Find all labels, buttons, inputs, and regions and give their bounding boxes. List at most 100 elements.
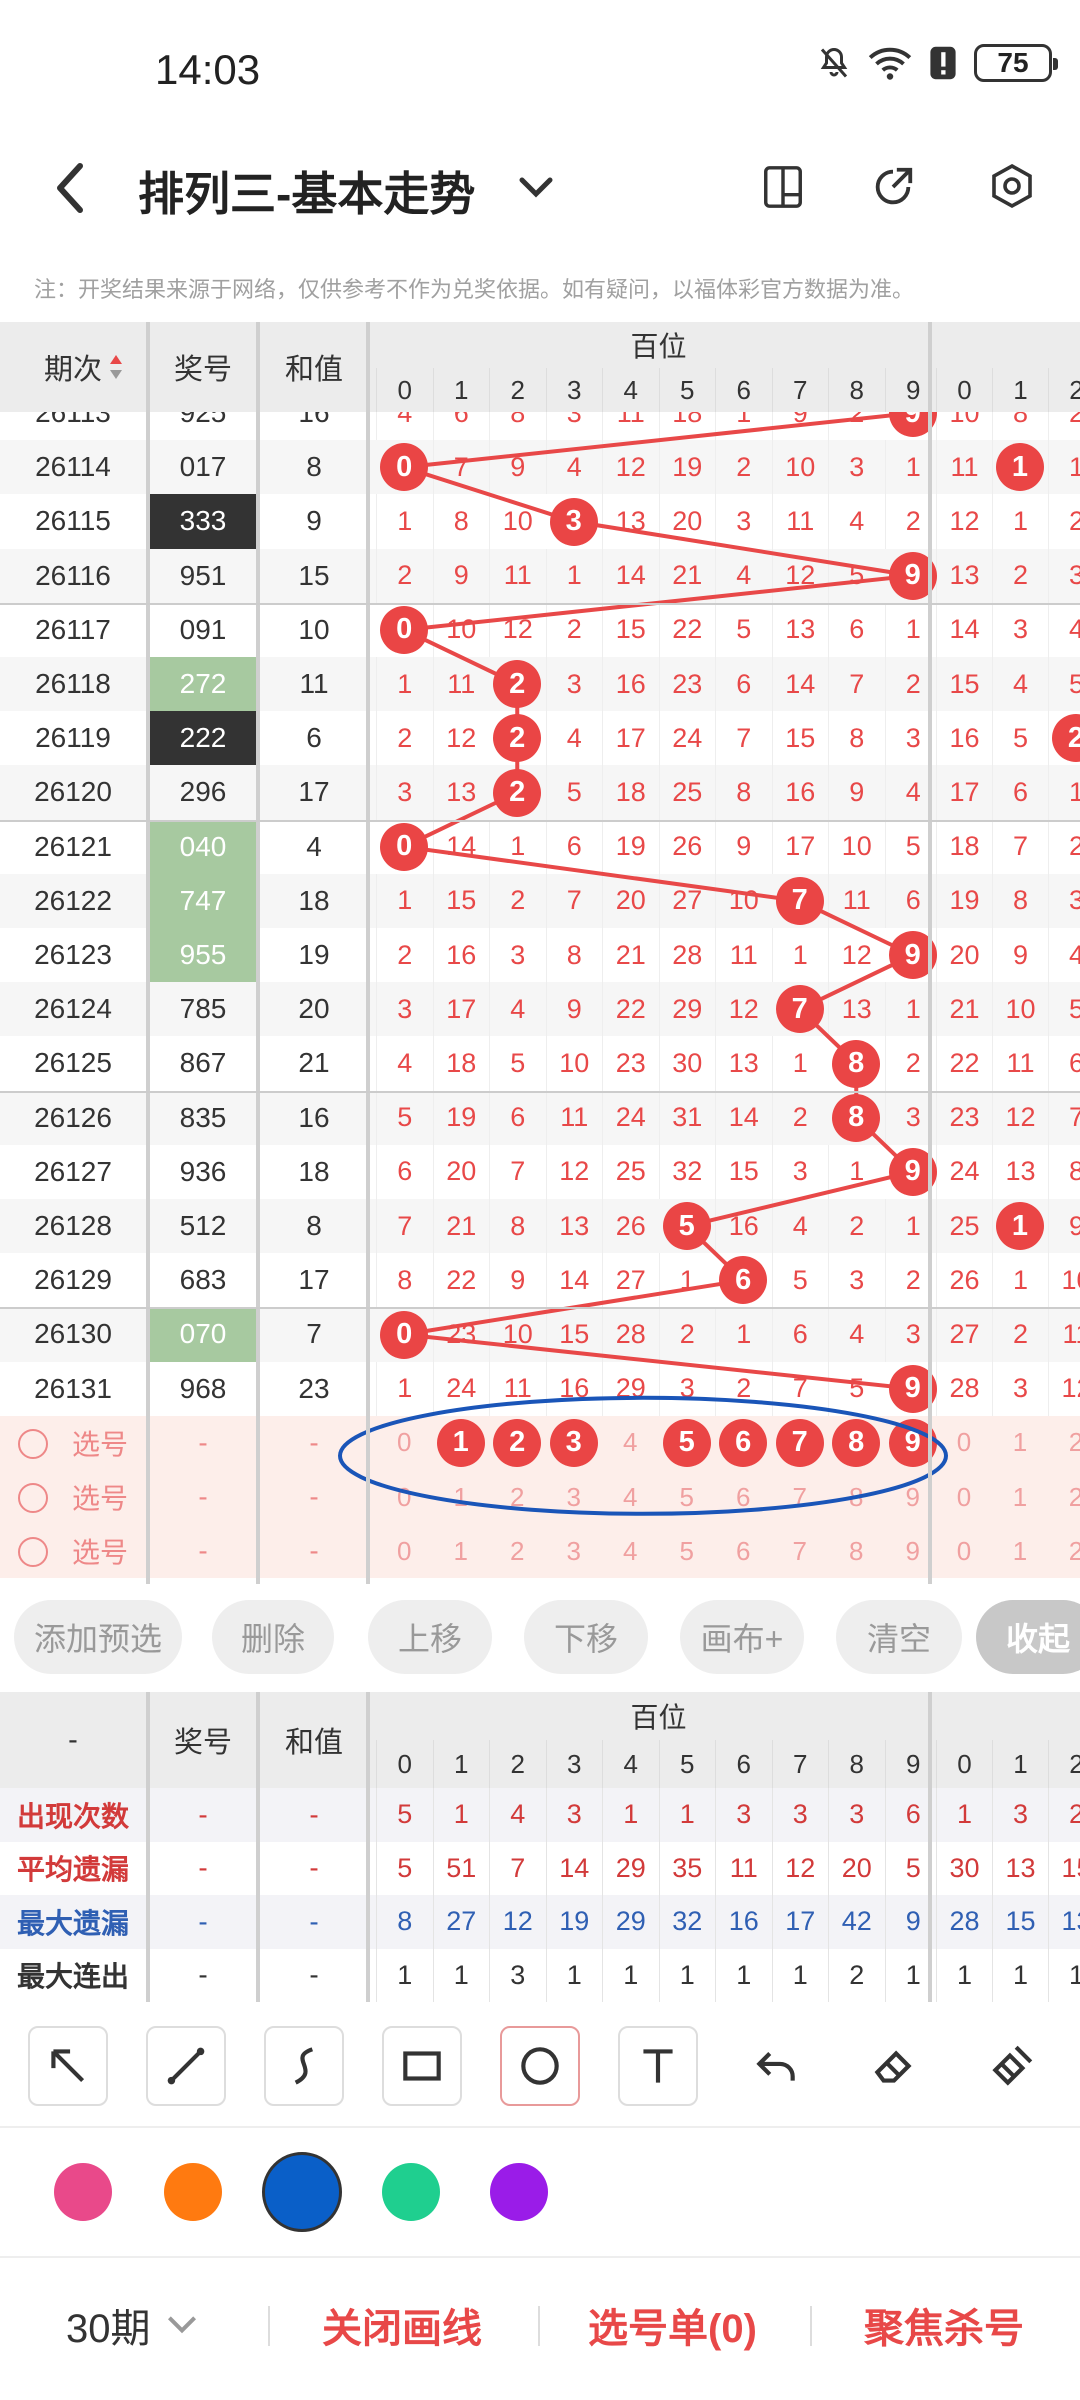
- miss-cell: 7: [545, 873, 603, 928]
- miss-cell: 23: [602, 1036, 659, 1091]
- text-tool[interactable]: [618, 2026, 698, 2106]
- pick-next-ball[interactable]: 0: [936, 1524, 992, 1578]
- pick-next-ball[interactable]: 2: [1048, 1524, 1080, 1578]
- pick-ball-selected[interactable]: 3: [549, 1418, 598, 1467]
- pick-ball[interactable]: 5: [659, 1470, 716, 1524]
- pick-ball[interactable]: 2: [489, 1524, 546, 1578]
- miss-cell: 7: [828, 657, 885, 712]
- pick-ball[interactable]: 0: [376, 1470, 433, 1524]
- close-drawing-button[interactable]: 关闭画线: [322, 2296, 482, 2354]
- pick-radio[interactable]: [18, 1537, 48, 1568]
- arrow-tool[interactable]: [28, 2026, 108, 2106]
- pick-ball[interactable]: 3: [546, 1470, 603, 1524]
- pick-ball-selected[interactable]: 2: [493, 1418, 542, 1467]
- period-selector[interactable]: 30期: [66, 2296, 151, 2354]
- miss-cell: 9: [828, 765, 885, 820]
- period-header[interactable]: 期次: [0, 322, 146, 412]
- stats-label: 最大遗漏: [16, 1907, 129, 1939]
- back-icon[interactable]: [50, 160, 90, 216]
- stats-prize-dash: -: [198, 1852, 208, 1884]
- pick-ball[interactable]: 1: [433, 1470, 490, 1524]
- pick-next-ball[interactable]: 2: [1048, 1470, 1080, 1524]
- pick-ball[interactable]: 4: [602, 1416, 659, 1470]
- eraser-tool[interactable]: [854, 2026, 934, 2106]
- pick-ball[interactable]: 6: [715, 1524, 772, 1578]
- pick-ball[interactable]: 5: [659, 1524, 716, 1578]
- miss-cell: 11: [771, 494, 829, 549]
- curve-tool[interactable]: [264, 2026, 344, 2106]
- pick-list-button[interactable]: 选号单(0): [588, 2296, 757, 2354]
- color-green[interactable]: [382, 2163, 440, 2221]
- miss-cell: 2: [658, 1307, 716, 1362]
- move-up-button[interactable]: 上移: [368, 1600, 492, 1674]
- pick-ball[interactable]: 4: [602, 1524, 659, 1578]
- sort-icon[interactable]: [108, 353, 124, 381]
- chevron-down-icon[interactable]: [164, 2310, 200, 2340]
- pick-next-ball[interactable]: 1: [992, 1416, 1048, 1470]
- miss-cell: 2: [715, 440, 772, 495]
- pick-radio[interactable]: [18, 1483, 48, 1513]
- layout-icon[interactable]: [760, 164, 806, 210]
- color-pink[interactable]: [54, 2163, 112, 2221]
- miss-cell: 12: [489, 602, 546, 657]
- color-orange[interactable]: [164, 2163, 222, 2221]
- rectangle-tool[interactable]: [382, 2026, 462, 2106]
- add-preset-button[interactable]: 添加预选: [14, 1600, 182, 1674]
- pick-next-ball[interactable]: 2: [1048, 1416, 1080, 1470]
- pick-ball[interactable]: 0: [376, 1524, 433, 1578]
- color-blue[interactable]: [262, 2152, 342, 2232]
- next-section-cell: 4: [992, 657, 1048, 712]
- pick-ball[interactable]: 6: [715, 1470, 772, 1524]
- circle-tool[interactable]: [500, 2026, 580, 2106]
- pick-ball[interactable]: 2: [489, 1470, 546, 1524]
- pick-ball[interactable]: 0: [376, 1416, 433, 1470]
- line-tool[interactable]: [146, 2026, 226, 2106]
- pick-ball-selected[interactable]: 6: [719, 1418, 768, 1467]
- pick-ball[interactable]: 9: [885, 1470, 942, 1524]
- color-purple[interactable]: [490, 2163, 548, 2221]
- pick-ball[interactable]: 8: [828, 1524, 885, 1578]
- share-icon[interactable]: [870, 164, 916, 210]
- page-title[interactable]: 排列三-基本走势: [138, 158, 475, 224]
- mute-icon: [820, 47, 848, 78]
- move-down-button[interactable]: 下移: [524, 1600, 648, 1674]
- pick-ball[interactable]: 9: [885, 1524, 942, 1578]
- pick-next-ball[interactable]: 1: [992, 1524, 1048, 1578]
- pick-ball[interactable]: 4: [602, 1470, 659, 1524]
- next-section-cell: 5: [1048, 657, 1080, 712]
- miss-cell: 29: [602, 1361, 659, 1416]
- pick-ball-selected[interactable]: 5: [662, 1418, 711, 1467]
- prize-cell: 747: [150, 873, 256, 928]
- alert-icon: [930, 46, 956, 80]
- pick-next-ball[interactable]: 0: [936, 1470, 992, 1524]
- pick-radio[interactable]: [18, 1428, 48, 1459]
- next-section-cell: 9: [992, 928, 1048, 983]
- pick-ball[interactable]: 8: [828, 1470, 885, 1524]
- pick-ball[interactable]: 7: [772, 1524, 829, 1578]
- stats-digit-header: 2: [489, 1740, 546, 1788]
- pick-ball-selected[interactable]: 8: [832, 1418, 881, 1467]
- next-section-cell: 13: [992, 1144, 1048, 1199]
- pick-ball-selected[interactable]: 1: [436, 1418, 485, 1467]
- period-cell: 26117: [35, 613, 111, 645]
- pick-next-ball[interactable]: 1: [992, 1470, 1048, 1524]
- chevron-down-icon[interactable]: [516, 170, 556, 206]
- canvas-button[interactable]: 画布+: [680, 1600, 804, 1674]
- miss-cell: 13: [432, 765, 490, 820]
- miss-cell: 6: [828, 602, 885, 657]
- pick-ball[interactable]: 3: [546, 1524, 603, 1578]
- pick-ball[interactable]: 1: [433, 1524, 490, 1578]
- clear-button[interactable]: 清空: [836, 1600, 962, 1674]
- clear-tool[interactable]: [972, 2026, 1052, 2106]
- settings-icon[interactable]: [988, 162, 1036, 210]
- miss-cell: 15: [715, 1144, 772, 1199]
- miss-cell: 3: [884, 711, 942, 766]
- pick-ball-selected[interactable]: 7: [775, 1418, 824, 1467]
- focus-kill-button[interactable]: 聚焦杀号: [864, 2296, 1024, 2354]
- collapse-button[interactable]: 收起: [976, 1600, 1080, 1674]
- delete-button[interactable]: 删除: [212, 1600, 334, 1674]
- pick-ball[interactable]: 7: [772, 1470, 829, 1524]
- pick-next-ball[interactable]: 0: [936, 1416, 992, 1470]
- undo-tool[interactable]: [736, 2026, 816, 2106]
- miss-cell: 5: [715, 602, 772, 657]
